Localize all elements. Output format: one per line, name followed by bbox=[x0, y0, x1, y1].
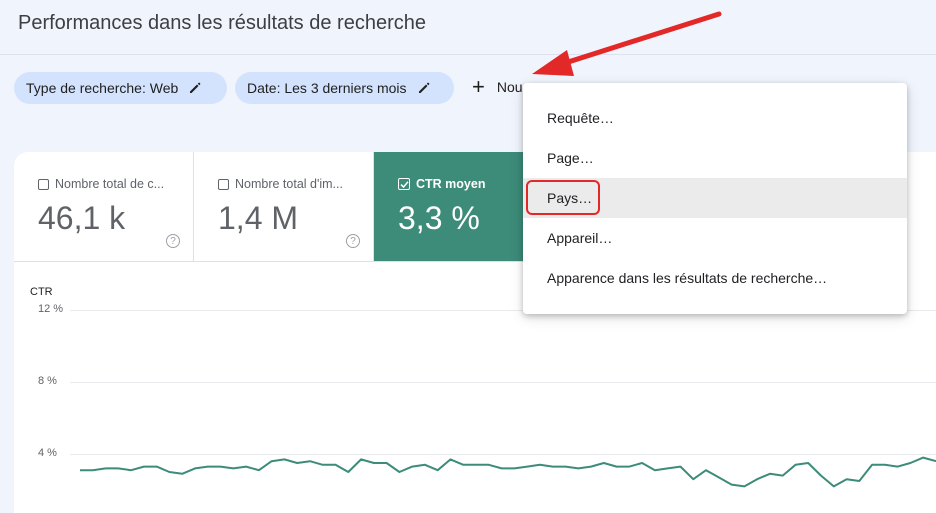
red-arrow-icon bbox=[532, 11, 722, 76]
